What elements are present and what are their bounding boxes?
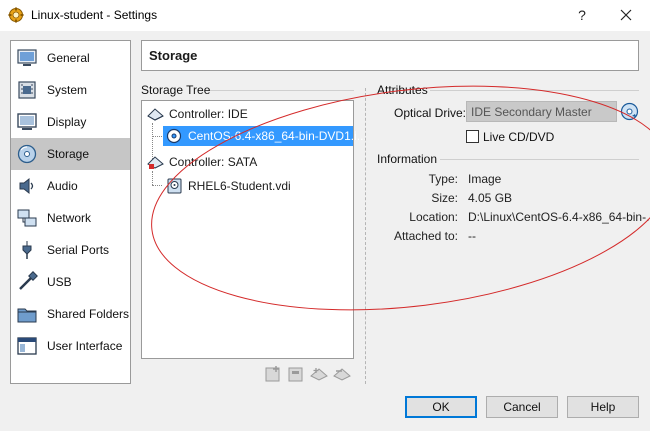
sidebar-item-general[interactable]: General <box>11 42 130 74</box>
audio-icon <box>19 177 34 195</box>
sidebar-item-system[interactable]: System <box>11 74 130 106</box>
sidebar-item-label: Audio <box>47 179 78 193</box>
sidebar-item-label: Serial Ports <box>47 243 110 257</box>
ok-button[interactable]: OK <box>405 396 477 418</box>
window-title: Linux-student - Settings <box>31 8 158 22</box>
type-label: Type: <box>428 172 458 186</box>
tree-connector <box>152 136 162 137</box>
title-bar: Linux-student - Settings ? <box>0 0 650 31</box>
attributes-heading: Attributes <box>377 83 428 97</box>
tree-item-centos-dvd[interactable]: CentOS-6.4-x86_64-bin-DVD1.i... <box>163 126 367 146</box>
sidebar-item-serial-ports[interactable]: Serial Ports <box>11 234 130 266</box>
tree-item-controller-sata[interactable]: Controller: SATA <box>147 152 347 172</box>
cancel-button[interactable]: Cancel <box>486 396 558 418</box>
sidebar-item-storage[interactable]: Storage <box>11 138 130 170</box>
serial-ports-icon <box>22 241 32 259</box>
sidebar-item-user-interface[interactable]: User Interface <box>11 330 130 362</box>
type-value: Image <box>468 172 502 186</box>
panel-divider <box>365 88 366 384</box>
sidebar-item-shared-folders[interactable]: Shared Folders <box>11 298 130 330</box>
size-value: 4.05 GB <box>468 191 513 205</box>
system-icon <box>18 81 36 99</box>
sidebar-item-label: General <box>47 51 90 65</box>
sidebar-item-label: USB <box>47 275 72 289</box>
user-interface-icon <box>17 337 37 355</box>
help-button[interactable]: Help <box>567 396 639 418</box>
storage-tree[interactable]: Controller: IDE CentOS-6.4-x86_64-bin-DV… <box>141 100 367 359</box>
information-heading: Information <box>377 152 438 166</box>
close-icon <box>620 9 632 21</box>
remove-controller-icon[interactable] <box>333 365 351 383</box>
sidebar-item-label: Network <box>47 211 92 225</box>
close-button[interactable] <box>612 3 640 27</box>
sidebar-item-display[interactable]: Display <box>11 106 130 138</box>
tree-item-rhel6-disk[interactable]: RHEL6-Student.vdi <box>163 176 343 196</box>
storage-icon <box>17 144 37 164</box>
tree-item-label: CentOS-6.4-x86_64-bin-DVD1.i... <box>188 129 367 143</box>
section-title-bar: Storage <box>141 40 639 71</box>
general-icon <box>17 49 37 66</box>
sidebar-item-audio[interactable]: Audio <box>11 170 130 202</box>
add-controller-icon[interactable] <box>310 365 328 383</box>
optical-drive-select[interactable]: IDE Secondary Master <box>466 101 617 122</box>
attached-to-value: -- <box>468 229 476 243</box>
optical-drive-label: Optical Drive: <box>394 106 467 120</box>
ide-controller-icon <box>147 108 164 121</box>
information-separator <box>440 159 639 160</box>
optical-disc-icon <box>166 128 182 144</box>
shared-folders-icon <box>17 308 37 323</box>
virtualbox-app-icon <box>8 7 24 23</box>
sidebar-item-network[interactable]: Network <box>11 202 130 234</box>
optical-drive-value: IDE Secondary Master <box>471 105 592 119</box>
tree-connector <box>152 185 162 186</box>
remove-attachment-icon[interactable] <box>287 365 305 383</box>
size-label: Size: <box>431 191 458 205</box>
storage-tree-separator <box>210 90 354 91</box>
settings-sidebar: General System Display Storage Audio Net… <box>10 40 131 384</box>
live-cd-checkbox[interactable] <box>466 130 479 143</box>
help-title-button[interactable]: ? <box>572 5 592 25</box>
tree-connector <box>152 171 153 185</box>
sidebar-item-label: User Interface <box>47 339 123 353</box>
storage-tree-label: Storage Tree <box>141 83 211 97</box>
sidebar-item-label: Shared Folders <box>47 307 130 321</box>
sidebar-item-label: Storage <box>47 147 90 161</box>
tree-item-label: Controller: IDE <box>169 107 248 121</box>
live-cd-label: Live CD/DVD <box>483 130 555 144</box>
sata-controller-icon <box>147 156 164 169</box>
choose-disk-icon[interactable] <box>620 102 639 121</box>
sidebar-item-label: System <box>47 83 88 97</box>
page-title: Storage <box>149 48 198 63</box>
usb-icon <box>19 271 38 290</box>
network-icon <box>17 209 37 227</box>
sidebar-item-usb[interactable]: USB <box>11 266 130 298</box>
tree-item-controller-ide[interactable]: Controller: IDE <box>147 104 347 124</box>
add-attachment-icon[interactable] <box>264 365 282 383</box>
attributes-separator <box>430 90 639 91</box>
location-value: D:\Linux\CentOS-6.4-x86_64-bin-... <box>468 210 650 224</box>
display-icon <box>17 113 37 130</box>
sidebar-item-label: Display <box>47 115 87 129</box>
hard-disk-icon <box>167 178 182 194</box>
tree-item-label: RHEL6-Student.vdi <box>188 179 291 193</box>
location-label: Location: <box>409 210 458 224</box>
tree-item-label: Controller: SATA <box>169 155 258 169</box>
attached-to-label: Attached to: <box>393 229 458 243</box>
